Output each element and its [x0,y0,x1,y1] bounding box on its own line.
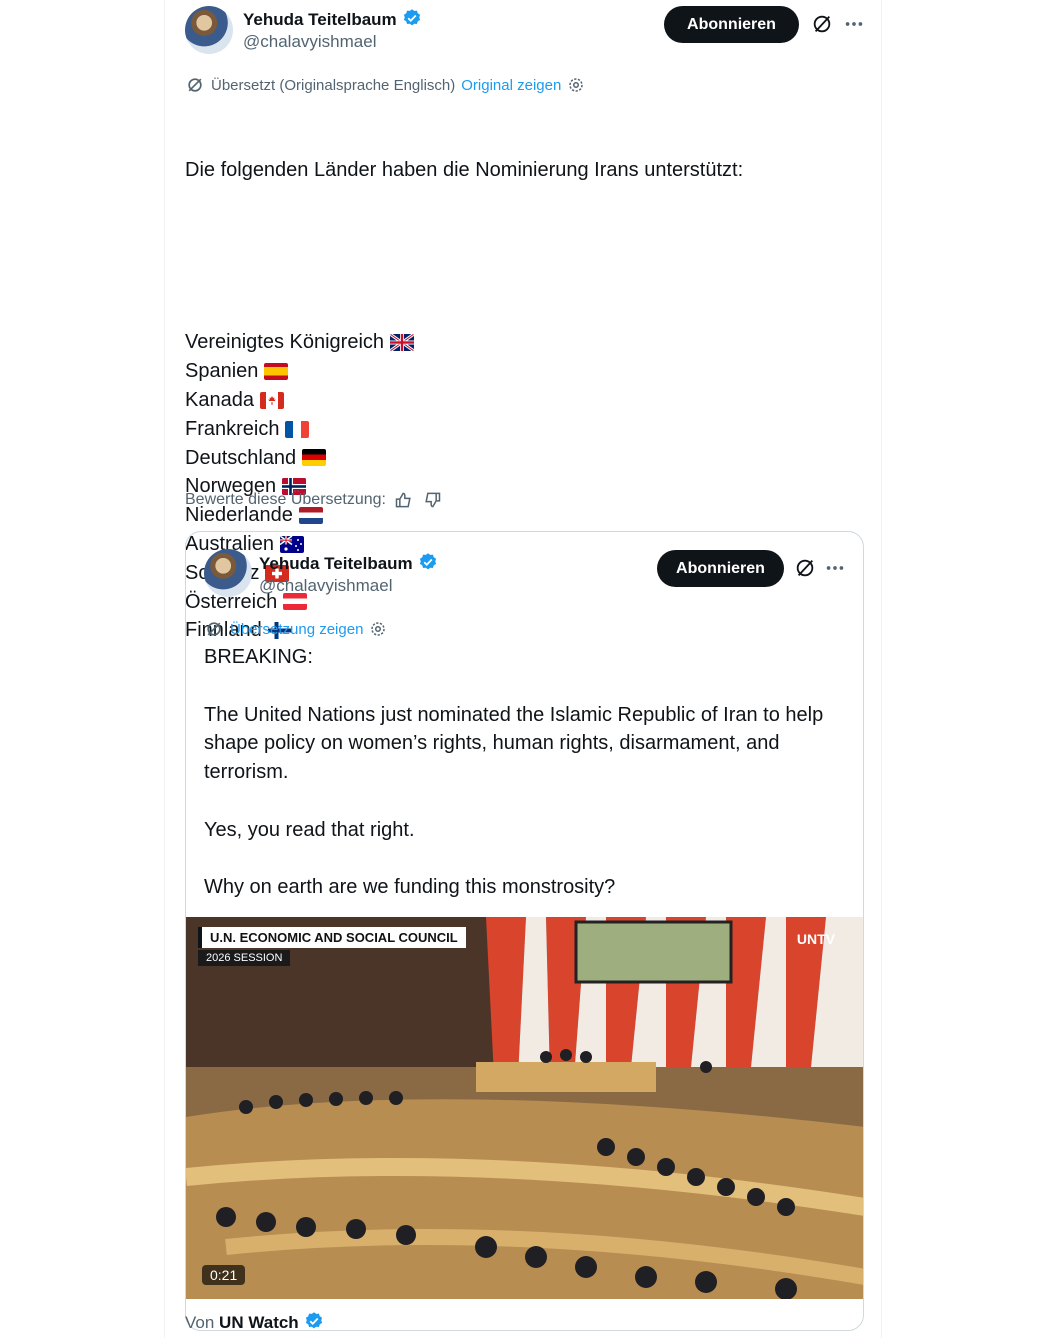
settings-gear-icon[interactable] [369,620,387,638]
settings-gear-icon[interactable] [567,76,585,94]
source-prefix: Von [185,1313,215,1332]
translate-icon [188,78,202,92]
country-item: Kanada [185,386,743,415]
screen [574,920,733,984]
grok-icon[interactable] [811,13,833,40]
video-scene [186,917,863,1299]
author-name[interactable]: Yehuda Teitelbaum [243,8,422,30]
show-original-link[interactable]: Original zeigen [461,77,561,94]
video-duration: 0:21 [202,1265,246,1285]
post-intro: Die folgenden Länder haben die Nominieru… [185,158,744,181]
more-icon[interactable] [824,557,846,584]
ca-flag-icon [259,391,284,409]
verified-badge-icon [419,553,436,570]
banner-title: U.N. ECONOMIC AND SOCIAL COUNCIL [198,927,466,948]
quote-follow-button[interactable]: Abonnieren [657,550,784,587]
verified-badge-icon [403,9,420,26]
thumbs-up-icon[interactable] [394,490,414,510]
quote-translation-line: Übersetzung zeigen [204,619,387,639]
fr-flag-icon [285,420,310,438]
es-flag-icon [264,363,289,381]
quote-avatar[interactable] [204,549,252,597]
avatar[interactable] [185,6,233,54]
author-handle[interactable]: @chalavyishmael [243,32,376,52]
more-icon[interactable] [843,13,865,40]
de-flag-icon [302,449,327,467]
country-name: Deutschland [185,446,297,469]
verified-badge-icon [305,1312,322,1329]
banner-subtitle: 2026 SESSION [198,950,291,966]
grok-icon[interactable] [794,557,816,584]
video-player[interactable]: U.N. ECONOMIC AND SOCIAL COUNCIL 2026 SE… [186,917,863,1299]
channel-logo: UNTV [796,931,835,947]
timeline-column: Yehuda Teitelbaum @chalavyishmael Abonni… [164,0,882,1338]
thumbs-down-icon[interactable] [422,490,442,510]
follow-button[interactable]: Abonnieren [664,6,799,43]
quoted-post[interactable]: Yehuda Teitelbaum @chalavyishmael Abonni… [185,531,864,1331]
quote-author-name-text: Yehuda Teitelbaum [259,554,413,573]
rate-translation: Bewerte diese Übersetzung: [185,490,442,510]
video-banner: U.N. ECONOMIC AND SOCIAL COUNCIL 2026 SE… [198,927,466,966]
source-name[interactable]: UN Watch [219,1313,299,1332]
country-item: Spanien [185,357,743,386]
show-translation-link[interactable]: Übersetzung zeigen [230,621,363,638]
country-name: Vereinigtes Königreich [185,331,385,354]
quote-author-name[interactable]: Yehuda Teitelbaum [259,552,438,574]
country-item: Vereinigtes Königreich [185,328,743,357]
country-name: Spanien [185,360,259,383]
country-name: Frankreich [185,417,280,440]
quote-author-handle[interactable]: @chalavyishmael [259,576,392,596]
country-name: Kanada [185,388,254,411]
translation-info: Übersetzt (Originalsprache Englisch) Ori… [185,75,585,95]
translate-icon [207,622,221,636]
quote-text: BREAKING: The United Nations just nomina… [204,646,824,899]
author-name-text: Yehuda Teitelbaum [243,10,397,29]
country-item: Frankreich [185,415,743,444]
source-attribution: Von UN Watch [185,1311,324,1333]
translation-note: Übersetzt (Originalsprache Englisch) [211,76,456,94]
country-item: Deutschland [185,444,743,473]
rate-label: Bewerte diese Übersetzung: [185,491,386,508]
gb-flag-icon [390,334,415,352]
